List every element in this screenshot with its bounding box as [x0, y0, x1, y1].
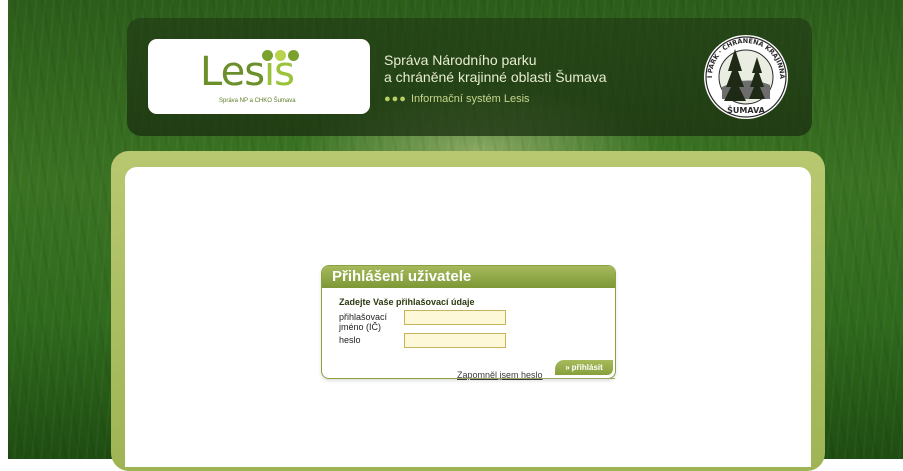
login-header: Přihlášení uživatele: [322, 266, 615, 288]
org-name-line1: Správa Národního parku: [384, 52, 537, 68]
username-label-line2: jméno (IČ): [339, 322, 382, 332]
login-button-label: přihlásit: [571, 363, 603, 372]
password-input[interactable]: [404, 333, 506, 348]
org-name-line2: a chráněné krajinné oblasti Šumava: [384, 69, 607, 85]
seal-bottom-text: ŠUMAVA: [727, 104, 766, 115]
logo-text-main: Les: [200, 49, 265, 95]
username-label-line1: přihlašovací: [339, 312, 388, 322]
login-panel: Přihlášení uživatele Zadejte Vaše přihla…: [321, 265, 616, 380]
sumava-seal-logo: NÁRODNÍ PARK · CHRÁNĚNÁ KRAJINNÁ OBLAST …: [702, 27, 788, 119]
system-label: ●●● Informační systém Lesis: [384, 93, 530, 105]
login-button[interactable]: » přihlásit: [555, 360, 613, 375]
username-label: přihlašovací jméno (IČ): [339, 312, 387, 332]
login-title: Přihlášení uživatele: [332, 268, 472, 285]
username-input[interactable]: [404, 310, 506, 325]
logo-dot: [262, 50, 273, 61]
password-label: heslo: [339, 335, 361, 345]
logo-dot: [275, 50, 286, 61]
system-label-text: Informační systém Lesis: [410, 93, 530, 105]
double-arrow-icon: »: [565, 363, 570, 372]
system-dots-icon: ●●●: [384, 93, 407, 105]
panel-footer-line: [457, 378, 615, 379]
login-instructions: Zadejte Vaše přihlašovací údaje: [339, 297, 475, 307]
logo-dot: [288, 50, 299, 61]
logo-subtitle: Správa NP a CHKO Šumava: [219, 98, 296, 104]
